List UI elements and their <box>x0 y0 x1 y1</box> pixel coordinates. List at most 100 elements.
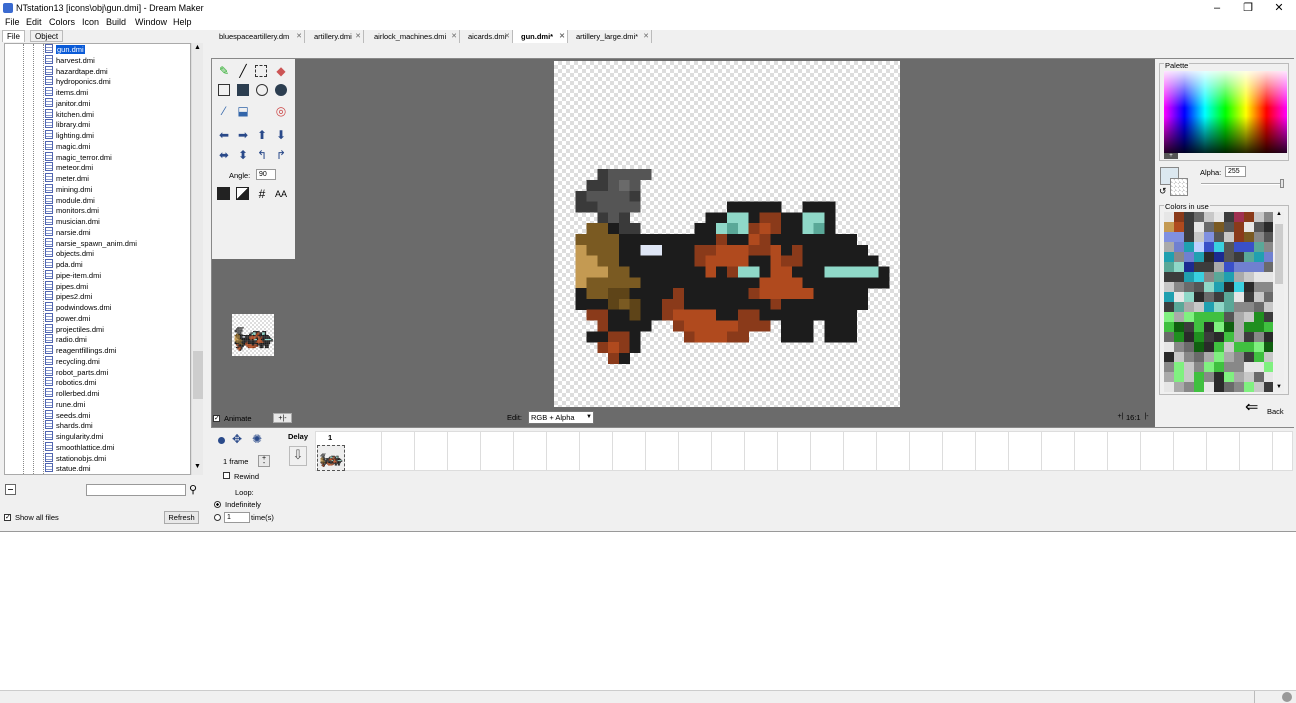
frame-cell[interactable] <box>1207 432 1240 470</box>
frame-count-stepper[interactable]: + - <box>258 455 270 467</box>
frame-cell[interactable] <box>1141 432 1174 470</box>
frame-cell[interactable] <box>745 432 778 470</box>
frame-cell[interactable] <box>844 432 877 470</box>
shift-up-icon[interactable]: ⬆ <box>255 128 269 142</box>
frame-cell[interactable] <box>1108 432 1141 470</box>
grid-toggle-icon[interactable] <box>217 187 230 200</box>
palette-add-icon[interactable]: + <box>1164 153 1178 159</box>
frame-cell[interactable] <box>1240 432 1273 470</box>
minimize-button[interactable]: – <box>1202 0 1232 16</box>
tree-file-item[interactable]: monitors.dmi <box>45 205 99 216</box>
menu-edit[interactable]: Edit <box>26 17 42 27</box>
back-arrow-icon[interactable]: ⇐ <box>1245 400 1258 416</box>
tab-object[interactable]: Object <box>30 30 64 42</box>
close-tab-icon[interactable]: ✕ <box>643 30 649 43</box>
frame-cell[interactable] <box>613 432 646 470</box>
tree-file-item[interactable]: shards.dmi <box>45 420 93 431</box>
menu-help[interactable]: Help <box>173 17 192 27</box>
tree-file-item[interactable]: robotics.dmi <box>45 377 96 388</box>
frame-cell[interactable] <box>943 432 976 470</box>
rewind-checkbox[interactable] <box>223 472 230 479</box>
frame-cell[interactable] <box>1174 432 1207 470</box>
tree-file-item[interactable]: projectiles.dmi <box>45 323 104 335</box>
replace-color-icon[interactable]: ◎ <box>274 104 288 118</box>
tree-file-item[interactable]: harvest.dmi <box>45 54 95 66</box>
tree-file-item[interactable]: magic_terror.dmi <box>45 151 112 163</box>
tab-airlock-machines[interactable]: airlock_machines.dmi ✕ <box>366 30 460 43</box>
tree-file-item[interactable]: singularity.dmi <box>45 431 103 442</box>
frame-cell[interactable] <box>877 432 910 470</box>
close-tab-icon[interactable]: ✕ <box>451 30 457 43</box>
frame-cell[interactable] <box>976 432 1009 470</box>
frame-cell[interactable] <box>1075 432 1108 470</box>
tree-file-item[interactable]: lighting.dmi <box>45 130 94 141</box>
transparency-icon[interactable] <box>236 187 249 200</box>
menu-build[interactable]: Build <box>106 17 126 27</box>
tree-file-item[interactable]: library.dmi <box>45 119 90 130</box>
tree-file-item[interactable]: stationobjs.dmi <box>45 452 106 464</box>
dot-icon[interactable] <box>218 437 225 444</box>
frame-cell[interactable] <box>349 432 382 470</box>
tree-file-item[interactable]: podwindows.dmi <box>45 302 111 313</box>
tree-file-item[interactable]: musician.dmi <box>45 216 100 227</box>
icon-thumbnail[interactable] <box>232 314 274 356</box>
antialias-toggle[interactable]: AA <box>273 187 289 201</box>
flip-vertical-icon[interactable]: ⬍ <box>236 148 250 162</box>
show-all-files-checkbox[interactable]: ✓ <box>4 514 11 521</box>
eraser-icon[interactable]: ◆ <box>274 64 288 78</box>
frame-cell[interactable] <box>910 432 943 470</box>
output-pane[interactable] <box>0 531 1296 690</box>
eyedropper-icon[interactable]: ⁄ <box>217 104 231 118</box>
rect-outline-icon[interactable] <box>218 84 230 96</box>
edit-mode-select[interactable]: RGB + Alpha ▼ <box>528 411 594 424</box>
tree-file-item[interactable]: hydroponics.dmi <box>45 76 111 87</box>
frame-cell[interactable] <box>1273 432 1296 470</box>
frame-cell[interactable] <box>382 432 415 470</box>
close-tab-icon[interactable]: ✕ <box>504 30 510 43</box>
delay-down-icon[interactable]: ⇩ <box>289 446 307 466</box>
tree-file-item[interactable]: robot_parts.dmi <box>45 366 108 378</box>
back-button[interactable]: Back <box>1267 407 1284 416</box>
tree-file-item[interactable]: meter.dmi <box>45 173 89 184</box>
tree-file-item[interactable]: smoothlattice.dmi <box>45 441 114 453</box>
tree-file-item[interactable]: items.dmi <box>45 87 88 98</box>
frame-cell[interactable] <box>1009 432 1042 470</box>
tree-file-item[interactable]: seeds.dmi <box>45 409 90 421</box>
rotate-right-icon[interactable]: ↱ <box>274 148 288 162</box>
animate-checkbox[interactable]: ✓ <box>213 415 220 422</box>
frame-cell[interactable] <box>547 432 580 470</box>
frame-cell[interactable] <box>646 432 679 470</box>
rotate-left-icon[interactable]: ↰ <box>255 148 269 162</box>
tree-file-item[interactable]: radio.dmi <box>45 334 87 345</box>
alpha-slider[interactable] <box>1201 183 1284 185</box>
maximize-button[interactable]: ❐ <box>1233 0 1263 16</box>
colors-in-use-grid[interactable] <box>1164 212 1273 392</box>
alpha-slider-thumb[interactable] <box>1280 179 1284 188</box>
frame-cell[interactable] <box>580 432 613 470</box>
shift-left-icon[interactable]: ⬅ <box>217 128 231 142</box>
tree-file-item[interactable]: rollerbed.dmi <box>45 388 99 399</box>
frame-1-thumbnail[interactable] <box>317 445 345 471</box>
tree-file-item[interactable]: statue.dmi <box>45 463 91 474</box>
angle-input[interactable] <box>256 169 276 180</box>
frame-cell[interactable] <box>481 432 514 470</box>
tree-file-item[interactable]: meteor.dmi <box>45 162 93 173</box>
frame-cell[interactable] <box>811 432 844 470</box>
zoom-in-button[interactable]: +| <box>1116 413 1125 422</box>
move-icon[interactable]: ✥ <box>232 432 242 446</box>
preview-zoom-stepper[interactable]: +|- <box>273 413 292 423</box>
tab-artillery[interactable]: artillery.dmi ✕ <box>306 30 364 43</box>
scroll-down-icon[interactable]: ▼ <box>194 463 201 470</box>
drawing-canvas[interactable] <box>554 61 900 407</box>
select-icon[interactable] <box>255 65 267 77</box>
tree-file-item[interactable]: gun.dmi <box>45 44 85 55</box>
color-spectrum[interactable] <box>1164 71 1287 153</box>
frame-cell[interactable] <box>514 432 547 470</box>
frame-cell[interactable] <box>415 432 448 470</box>
colors-scrollbar[interactable]: ▲ ▼ <box>1274 211 1284 392</box>
menu-window[interactable]: Window <box>135 17 167 27</box>
tree-file-item[interactable]: pipes2.dmi <box>45 291 92 302</box>
frame-cell[interactable] <box>778 432 811 470</box>
zoom-out-button[interactable]: |- <box>1142 413 1151 422</box>
flip-horizontal-icon[interactable]: ⬌ <box>217 148 231 162</box>
